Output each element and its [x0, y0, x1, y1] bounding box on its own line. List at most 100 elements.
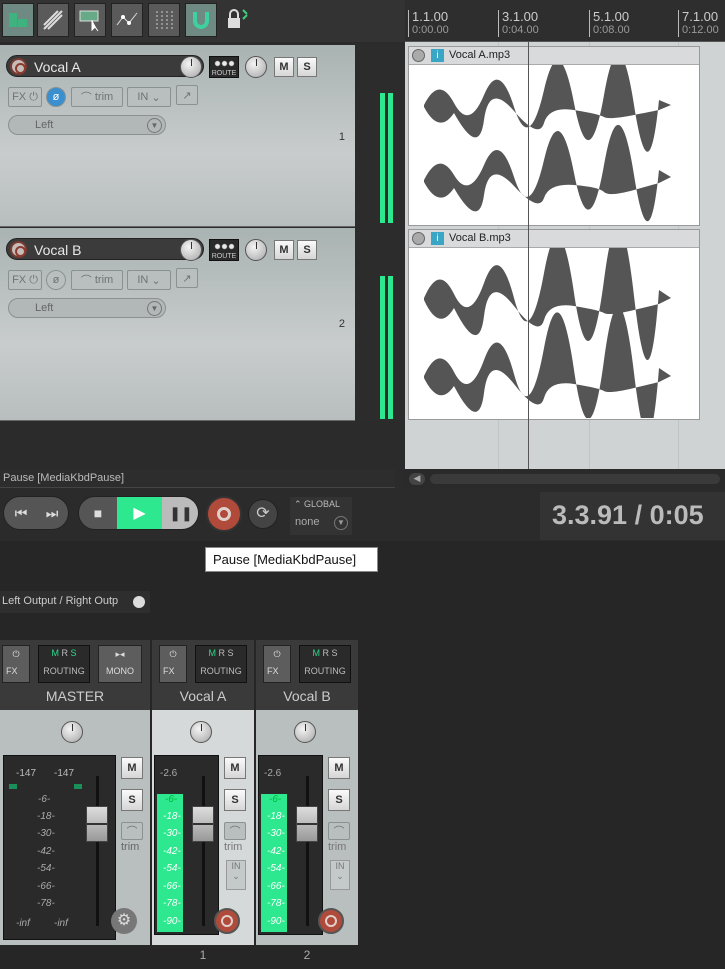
mute-button[interactable]: M — [274, 240, 294, 260]
pan-knob[interactable] — [245, 56, 267, 78]
snap-magnet-icon[interactable] — [185, 3, 217, 37]
repeat-icon[interactable]: ⟳ — [248, 499, 278, 529]
track-name[interactable]: Vocal A — [34, 59, 81, 75]
route-button[interactable]: ROUTE — [209, 239, 239, 261]
pan-knob[interactable] — [190, 721, 212, 743]
meter-right — [388, 276, 393, 419]
pan-knob[interactable] — [294, 721, 316, 743]
pan-mode-select[interactable]: Left ▼ — [8, 115, 166, 135]
output-knob-icon[interactable] — [133, 596, 145, 608]
fx-button[interactable]: FX ⏻ — [8, 87, 42, 107]
envelope-points-icon[interactable] — [111, 3, 143, 37]
go-to-start-icon[interactable]: ⏮ — [6, 497, 36, 529]
item-knob-icon[interactable] — [412, 232, 425, 245]
strip-number: 2 — [303, 948, 311, 962]
phase-icon[interactable]: ø — [46, 87, 66, 107]
phase-icon[interactable]: ø — [46, 270, 66, 290]
input-button[interactable]: IN ⌄ — [330, 860, 350, 890]
volume-fader[interactable] — [192, 806, 214, 842]
playhead[interactable] — [528, 42, 529, 469]
record-arm-icon[interactable] — [214, 908, 240, 934]
track-meter: -2.6 -6- -18- -30- -42- -54- -66- -78- -… — [154, 755, 219, 935]
track-name-box[interactable]: Vocal B — [6, 238, 204, 260]
mute-button[interactable]: M — [121, 757, 143, 779]
volume-fader[interactable] — [296, 806, 318, 842]
lock-icon[interactable] — [222, 3, 254, 37]
horizontal-scrollbar[interactable]: ◀ — [405, 469, 725, 489]
track-name[interactable]: Vocal B — [34, 242, 81, 258]
track-control-panel[interactable]: Vocal B ROUTE M S FX ⏻ ø ⌒ trim IN ⌄ ↗ L… — [0, 228, 355, 421]
media-item[interactable]: i Vocal B.mp3 — [408, 226, 700, 435]
volume-fader[interactable] — [86, 806, 108, 842]
track-name-box[interactable]: Vocal A — [6, 55, 204, 77]
routing-button[interactable]: M R S ROUTING — [195, 645, 247, 683]
scroll-thumb[interactable] — [430, 474, 720, 484]
grid-toggle-icon[interactable] — [2, 3, 34, 37]
solo-button[interactable]: S — [121, 789, 143, 811]
trim-envelope-icon[interactable]: ⌒ — [224, 822, 246, 840]
item-knob-icon[interactable] — [412, 49, 425, 62]
time-display[interactable]: 3.3.91 / 0:05 — [540, 492, 725, 540]
scroll-left-icon[interactable]: ◀ — [409, 473, 425, 485]
fx-button[interactable]: ⏻ FX — [2, 645, 30, 683]
fx-button[interactable]: ⏻ FX — [159, 645, 187, 683]
volume-knob[interactable] — [180, 239, 202, 261]
solo-button[interactable]: S — [328, 789, 350, 811]
track-control-panel[interactable]: Vocal A ROUTE M S FX ⏻ ø ⌒ trim IN ⌄ ↗ L… — [0, 45, 355, 227]
strip-name[interactable]: MASTER — [0, 688, 150, 704]
waveform — [424, 226, 671, 435]
pan-knob[interactable] — [61, 721, 83, 743]
ripple-edit-icon[interactable] — [37, 3, 69, 37]
scale-label: -30- — [267, 828, 285, 839]
stop-icon[interactable]: ■ — [79, 497, 117, 529]
automation-icon[interactable]: ↗ — [176, 85, 198, 105]
master-output-label[interactable]: Left Output / Right Outp — [0, 591, 150, 613]
input-button[interactable]: IN ⌄ — [226, 860, 246, 890]
routing-button[interactable]: M R S ROUTING — [299, 645, 351, 683]
automation-icon[interactable]: ↗ — [176, 268, 198, 288]
mute-button[interactable]: M — [328, 757, 350, 779]
record-arm-icon[interactable] — [318, 908, 344, 934]
main-toolbar — [0, 0, 405, 42]
record-arm-icon[interactable] — [10, 58, 27, 75]
strip-name[interactable]: Vocal B — [256, 688, 358, 704]
volume-knob[interactable] — [180, 56, 202, 78]
strip-name[interactable]: Vocal A — [152, 688, 254, 704]
info-icon[interactable]: i — [431, 49, 444, 62]
item-tool-icon[interactable] — [74, 3, 106, 37]
trim-button[interactable]: ⌒ trim — [71, 270, 123, 290]
pan-knob[interactable] — [245, 239, 267, 261]
go-to-end-icon[interactable]: ⏭ — [37, 497, 67, 529]
scale-label: -66- — [267, 881, 285, 892]
timeline-ruler[interactable]: 1.1.00 0:00.00 3.1.00 0:04.00 5.1.00 0:08.0… — [405, 0, 725, 42]
input-button[interactable]: IN ⌄ — [127, 87, 171, 107]
record-button[interactable] — [206, 496, 242, 532]
solo-button[interactable]: S — [297, 57, 317, 77]
arrange-view[interactable]: i Vocal A.mp3 i Vocal B.mp3 — [405, 42, 725, 469]
solo-button[interactable]: S — [224, 789, 246, 811]
record-arm-icon[interactable] — [10, 241, 27, 258]
input-button[interactable]: IN ⌄ — [127, 270, 171, 290]
mono-button[interactable]: ▸◂ MONO — [98, 645, 142, 683]
fx-label: FX — [163, 666, 175, 676]
scale-label: -30- — [37, 828, 55, 839]
trim-button[interactable]: ⌒ trim — [71, 87, 123, 107]
solo-button[interactable]: S — [297, 240, 317, 260]
gear-icon[interactable]: ⚙ — [111, 908, 137, 934]
mute-button[interactable]: M — [224, 757, 246, 779]
global-automation[interactable]: ⌃ GLOBAL none ▼ — [290, 497, 352, 535]
routing-button[interactable]: M R S ROUTING — [38, 645, 90, 683]
trim-envelope-icon[interactable]: ⌒ — [328, 822, 350, 840]
mute-button[interactable]: M — [274, 57, 294, 77]
empty-track-area[interactable] — [0, 421, 405, 469]
snap-grid-icon[interactable] — [148, 3, 180, 37]
pan-mode-select[interactable]: Left ▼ — [8, 298, 166, 318]
fx-button[interactable]: ⏻ FX — [263, 645, 291, 683]
fx-button[interactable]: FX ⏻ — [8, 270, 42, 290]
route-button[interactable]: ROUTE — [209, 56, 239, 78]
trim-envelope-icon[interactable]: ⌒ — [121, 822, 143, 840]
pause-icon[interactable]: ❚❚ — [162, 497, 198, 529]
media-item[interactable]: i Vocal A.mp3 — [408, 46, 700, 226]
info-icon[interactable]: i — [431, 232, 444, 245]
play-icon[interactable]: ▶ — [117, 497, 162, 529]
